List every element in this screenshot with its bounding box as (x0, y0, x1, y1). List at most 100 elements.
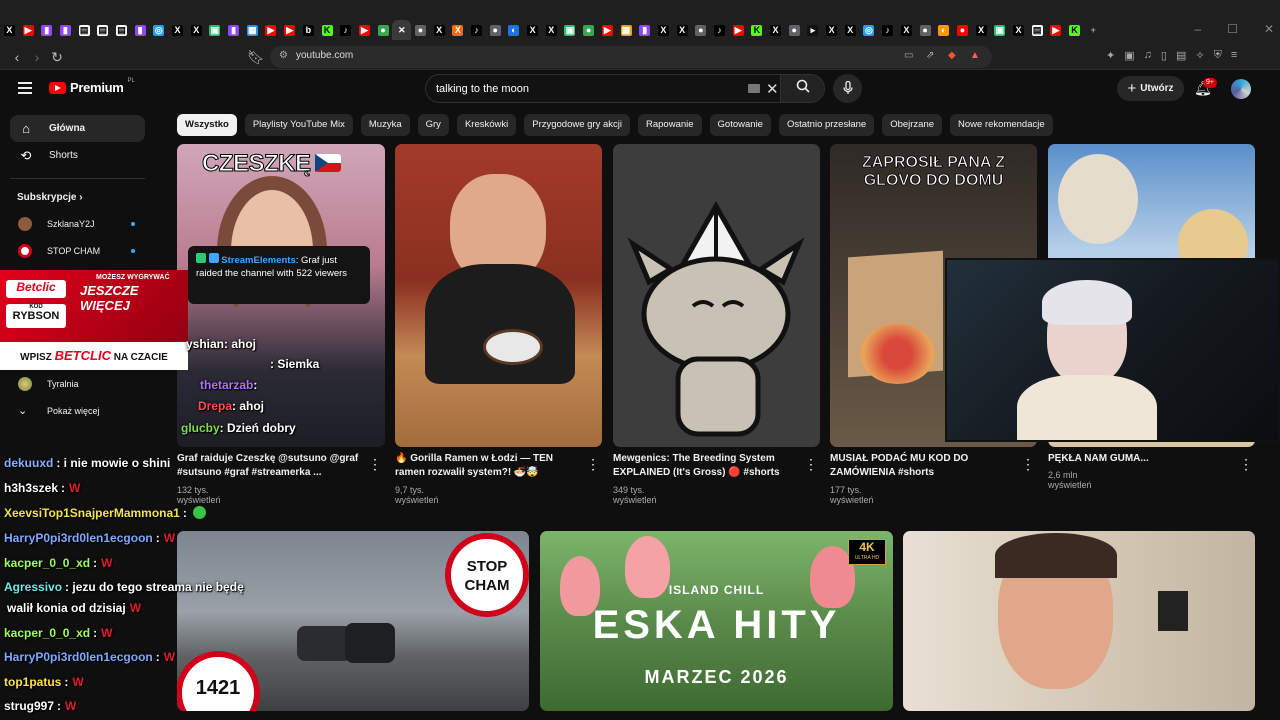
brave-shield-icon[interactable]: ◆ (948, 50, 956, 61)
close-window-icon[interactable]: ✕ (1264, 22, 1274, 36)
browser-tab[interactable]: ♪ (878, 20, 897, 40)
cast-icon[interactable]: ▭ (904, 50, 913, 61)
browser-tab[interactable]: ▶ (729, 20, 748, 40)
browser-tab[interactable]: X (523, 20, 542, 40)
browser-tab[interactable]: ◎ (150, 20, 169, 40)
browser-tab[interactable]: ● (916, 20, 935, 40)
browser-tab[interactable]: ● (374, 20, 393, 40)
video-thumbnail[interactable] (395, 144, 602, 447)
keyboard-icon[interactable] (748, 84, 760, 93)
browser-tab[interactable]: ▤ (93, 20, 112, 40)
subscription-item[interactable]: SzklanaY2J (18, 217, 138, 231)
filter-chip[interactable]: Nowe rekomendacje (950, 114, 1053, 136)
browser-tab[interactable]: ▣ (206, 20, 225, 40)
bookmark-icon[interactable]: 🔖︎ (247, 48, 265, 66)
video-thumbnail[interactable] (613, 144, 820, 447)
browser-tab[interactable]: ♪ (467, 20, 486, 40)
forward-icon[interactable]: › (28, 48, 46, 66)
account-avatar[interactable] (1231, 79, 1251, 99)
filter-chip[interactable]: Gotowanie (709, 114, 771, 136)
browser-tab[interactable]: X (542, 20, 561, 40)
filter-chip[interactable]: Ostatnio przesłane (778, 114, 875, 136)
voice-search-button[interactable] (833, 74, 862, 103)
browser-tab[interactable]: X (841, 20, 860, 40)
video-thumbnail[interactable]: STOP CHAM 1421 (177, 531, 529, 711)
wallet-icon[interactable]: ▤ (1176, 49, 1186, 62)
video-title[interactable]: Mewgenics: The Breeding System EXPLAINED… (613, 452, 798, 480)
sidebar-item-home[interactable]: ⌂ Główna (10, 115, 145, 142)
browser-tab[interactable]: ● (953, 20, 972, 40)
filter-chip[interactable]: Gry (417, 114, 449, 136)
filter-chip[interactable]: Muzyka (360, 114, 410, 136)
leo-icon[interactable]: ✧ (1195, 49, 1204, 62)
browser-tab[interactable]: X (430, 20, 449, 40)
guide-menu-icon[interactable] (18, 82, 32, 94)
more-options-icon[interactable]: ⋮ (586, 456, 600, 473)
browser-tab[interactable]: ♪ (336, 20, 355, 40)
browser-tab[interactable]: ▶ (355, 20, 374, 40)
media-icon[interactable]: ♫ (1144, 49, 1152, 62)
filter-chip[interactable]: Rapowanie (638, 114, 702, 136)
browser-tab[interactable]: ● (691, 20, 710, 40)
more-options-icon[interactable]: ⋮ (368, 456, 382, 473)
browser-tab[interactable]: ▶ (1047, 20, 1066, 40)
create-button[interactable]: + Utwórz (1117, 76, 1184, 101)
browser-tab[interactable]: ▮ (37, 20, 56, 40)
browser-tab[interactable]: X (1009, 20, 1028, 40)
browser-tab[interactable]: X (0, 20, 19, 40)
subscriptions-heading[interactable]: Subskrypcje › (17, 192, 83, 203)
browser-tab[interactable]: ▮ (224, 20, 243, 40)
browser-tab[interactable]: X (654, 20, 673, 40)
sidebar-item-shorts[interactable]: ⟲ Shorts (10, 142, 145, 169)
subscription-item[interactable]: STOP CHAM (18, 244, 138, 258)
tab-search-icon[interactable]: ▣ (1124, 49, 1134, 62)
browser-tab[interactable]: ◐ (934, 20, 953, 40)
browser-tab[interactable]: ▶ (280, 20, 299, 40)
browser-tab[interactable]: K (1065, 20, 1084, 40)
browser-tab[interactable]: ▤ (75, 20, 94, 40)
browser-tab[interactable]: X (187, 20, 206, 40)
browser-tab[interactable]: ▮ (56, 20, 75, 40)
more-options-icon[interactable]: ⋮ (1239, 456, 1253, 473)
browser-tab[interactable]: ◐ (505, 20, 524, 40)
reload-icon[interactable]: ↻ (48, 48, 66, 66)
maximize-icon[interactable]: ☐ (1227, 22, 1238, 36)
browser-tab[interactable]: K (748, 20, 767, 40)
browser-tab[interactable]: + (1084, 20, 1103, 40)
video-title[interactable]: Graf raiduje Czeszkę @sutsuno @graf #sut… (177, 452, 367, 480)
browser-tab[interactable]: ▤ (112, 20, 131, 40)
site-info-icon[interactable]: ⚙ (279, 50, 288, 61)
browser-tab[interactable]: ▦ (243, 20, 262, 40)
clear-search-icon[interactable]: ✕ (766, 80, 779, 98)
filter-chip[interactable]: Przygodowe gry akcji (524, 114, 630, 136)
browser-tab[interactable]: ▣ (990, 20, 1009, 40)
browser-tab[interactable]: X (822, 20, 841, 40)
url-bar[interactable]: ⚙ youtube.com ▭ ⇗ ◆ ▲ (270, 46, 992, 68)
browser-tab[interactable]: ▮ (131, 20, 150, 40)
search-button[interactable] (780, 75, 824, 102)
filter-chip[interactable]: Wszystko (177, 114, 237, 136)
video-thumbnail[interactable] (903, 531, 1255, 711)
browser-tab[interactable]: ● (579, 20, 598, 40)
more-options-icon[interactable]: ⋮ (1021, 456, 1035, 473)
browser-tab[interactable]: ✕ (392, 20, 412, 40)
rewards-icon[interactable]: ▲ (970, 50, 980, 61)
video-title[interactable]: PĘKŁA NAM GUMA... (1048, 452, 1228, 466)
extensions-icon[interactable]: ✦ (1106, 49, 1115, 62)
subscription-item[interactable]: Tyralnia (18, 377, 138, 391)
browser-tab[interactable]: ● (486, 20, 505, 40)
browser-tab[interactable]: X (897, 20, 916, 40)
browser-tab[interactable]: ▶ (598, 20, 617, 40)
sidebar-icon[interactable]: ▯ (1161, 49, 1167, 62)
browser-tab[interactable]: ▦ (617, 20, 636, 40)
search-input[interactable]: talking to the moon ✕ (425, 74, 825, 103)
minimize-icon[interactable]: – (1194, 22, 1201, 36)
vpn-icon[interactable]: ⛨ (1214, 49, 1222, 62)
more-options-icon[interactable]: ⋮ (804, 456, 818, 473)
browser-tab[interactable]: ▶ (262, 20, 281, 40)
video-title[interactable]: MUSIAŁ PODAĆ MU KOD DO ZAMÓWIENIA #short… (830, 452, 1010, 480)
menu-icon[interactable]: ≡ (1231, 49, 1237, 62)
video-title[interactable]: 🔥 Gorilla Ramen w Łodzi — TEN ramen rozw… (395, 452, 575, 480)
show-more-button[interactable]: ⌄ Pokaż więcej (18, 404, 138, 417)
browser-tab[interactable]: ◎ (860, 20, 879, 40)
